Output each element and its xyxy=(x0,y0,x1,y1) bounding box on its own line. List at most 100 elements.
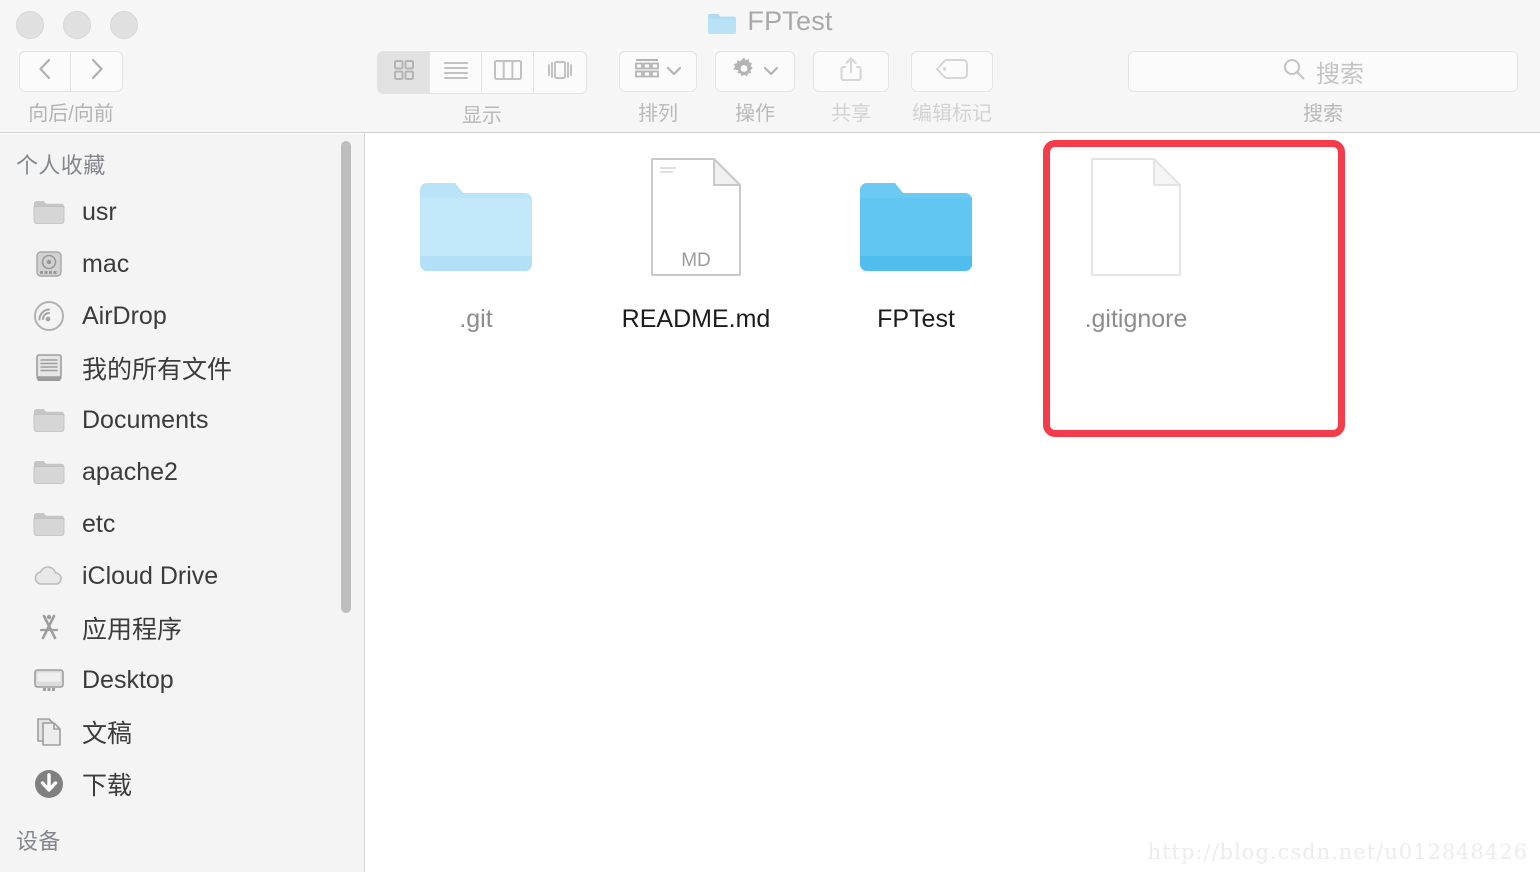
chevron-right-icon xyxy=(89,57,105,86)
edit-tags-label: 编辑标记 xyxy=(912,103,992,125)
action-label: 操作 xyxy=(735,103,775,125)
watermark: http://blog.csdn.net/u012848426 xyxy=(1147,840,1528,864)
arrange-group: 排列 xyxy=(619,51,697,126)
sidebar-section-favorites: 个人收藏 xyxy=(16,153,106,178)
document-type-badge: MD xyxy=(681,250,711,271)
chevron-left-icon xyxy=(37,57,53,86)
action-button[interactable] xyxy=(715,51,795,92)
sidebar-item-label: usr xyxy=(82,197,117,226)
chevron-down-icon xyxy=(763,63,779,81)
coverflow-view-icon xyxy=(545,60,575,85)
view-mode-label: 显示 xyxy=(462,105,502,127)
sidebar-item-label: Documents xyxy=(82,405,209,434)
sidebar-scrollbar[interactable] xyxy=(341,141,351,613)
file-item[interactable]: FPTest xyxy=(806,134,1026,334)
arrange-icon xyxy=(634,58,660,85)
sidebar-item-desktop[interactable]: Desktop xyxy=(0,654,364,706)
search-group: 搜索 搜索 xyxy=(1128,51,1518,126)
view-list-button[interactable] xyxy=(430,52,482,93)
file-item[interactable]: MD README.md xyxy=(586,134,806,334)
grid-view-icon xyxy=(393,59,415,86)
sidebar-item-apache2[interactable]: apache2 xyxy=(0,446,364,498)
folder-icon xyxy=(418,148,534,278)
file-label: .gitignore xyxy=(1084,305,1188,333)
sidebar-item-documents-folder[interactable]: Documents xyxy=(0,394,364,446)
view-icon-button[interactable] xyxy=(378,52,430,93)
folder-icon xyxy=(32,507,66,541)
share-button[interactable] xyxy=(813,51,889,92)
desktop-icon xyxy=(32,663,66,697)
back-button[interactable] xyxy=(19,51,71,92)
sidebar-item-label: etc xyxy=(82,509,116,538)
sidebar-item-icloud-drive[interactable]: iCloud Drive xyxy=(0,550,364,602)
view-column-button[interactable] xyxy=(482,52,534,93)
search-input[interactable]: 搜索 xyxy=(1128,51,1518,92)
chevron-down-icon xyxy=(666,63,682,81)
share-group: 共享 xyxy=(813,51,889,126)
sidebar-item-wengao[interactable]: 文稿 xyxy=(0,706,364,758)
sidebar: 个人收藏 usr mac AirDrop 我的所有文件 Documents ap… xyxy=(0,134,365,872)
arrange-button[interactable] xyxy=(619,51,697,92)
search-icon xyxy=(1282,57,1306,86)
file-label: FPTest xyxy=(877,305,955,333)
hard-drive-icon xyxy=(32,247,66,281)
finder-window: FPTest 向后/向前 显示 排列 操作 共享 编辑标记 搜索 搜索 个人收藏… xyxy=(0,0,1540,872)
action-group: 操作 xyxy=(715,51,795,126)
nav-group: 向后/向前 xyxy=(19,51,123,126)
cloud-icon xyxy=(32,559,66,593)
sidebar-item-label: iCloud Drive xyxy=(82,561,219,590)
forward-button[interactable] xyxy=(71,51,123,92)
view-mode-group: 显示 xyxy=(377,51,587,128)
nav-label: 向后/向前 xyxy=(28,103,114,125)
search-placeholder: 搜索 xyxy=(1316,61,1364,88)
sidebar-item-airdrop[interactable]: AirDrop xyxy=(0,290,364,342)
documents-icon xyxy=(32,715,66,749)
file-label: .git xyxy=(459,305,493,333)
sidebar-section-devices: 设备 xyxy=(16,829,61,854)
markdown-document-icon: MD xyxy=(649,148,743,278)
sidebar-item-usr[interactable]: usr xyxy=(0,186,364,238)
all-my-files-icon xyxy=(32,351,66,385)
window-title: FPTest xyxy=(0,6,1540,42)
share-label: 共享 xyxy=(831,103,871,125)
sidebar-item-label: AirDrop xyxy=(82,301,167,330)
sidebar-item-label: 我的所有文件 xyxy=(82,356,233,384)
window-title-text: FPTest xyxy=(747,6,833,36)
share-icon xyxy=(839,56,863,87)
column-view-icon xyxy=(493,60,522,85)
sidebar-item-label: apache2 xyxy=(82,457,178,486)
sidebar-item-label: 文稿 xyxy=(82,720,133,748)
folder-icon xyxy=(32,455,66,489)
folder-icon xyxy=(32,195,66,229)
list-view-icon xyxy=(443,60,469,85)
sidebar-item-label: mac xyxy=(82,249,130,278)
sidebar-item-all-my-files[interactable]: 我的所有文件 xyxy=(0,342,364,394)
sidebar-item-label: 下载 xyxy=(82,772,133,800)
file-item[interactable]: .git xyxy=(366,134,586,334)
icon-grid: .git MD README.md FPTest .gitignore xyxy=(366,134,1246,334)
downloads-icon xyxy=(32,767,66,801)
edit-tags-button[interactable] xyxy=(911,51,993,92)
view-coverflow-button[interactable] xyxy=(534,52,586,93)
sidebar-item-downloads[interactable]: 下载 xyxy=(0,758,364,810)
tag-icon xyxy=(935,58,969,85)
sidebar-item-mac[interactable]: mac xyxy=(0,238,364,290)
sidebar-item-applications[interactable]: 应用程序 xyxy=(0,602,364,654)
generic-document-icon xyxy=(1089,148,1183,278)
arrange-label: 排列 xyxy=(638,103,678,125)
applications-icon xyxy=(32,611,66,645)
folder-icon xyxy=(32,403,66,437)
tag-group: 编辑标记 xyxy=(911,51,993,126)
file-label: README.md xyxy=(621,305,771,333)
sidebar-item-etc[interactable]: etc xyxy=(0,498,364,550)
file-area[interactable]: .git MD README.md FPTest .gitignore xyxy=(366,134,1540,872)
folder-icon xyxy=(858,148,974,278)
toolbar: FPTest 向后/向前 显示 排列 操作 共享 编辑标记 搜索 搜索 xyxy=(0,0,1540,133)
gear-icon xyxy=(731,56,757,87)
airdrop-icon xyxy=(32,299,66,333)
folder-icon xyxy=(707,11,737,42)
sidebar-item-label: Desktop xyxy=(82,665,174,694)
sidebar-item-label: 应用程序 xyxy=(82,616,183,644)
file-item[interactable]: .gitignore xyxy=(1026,134,1246,334)
search-label: 搜索 xyxy=(1303,103,1343,125)
